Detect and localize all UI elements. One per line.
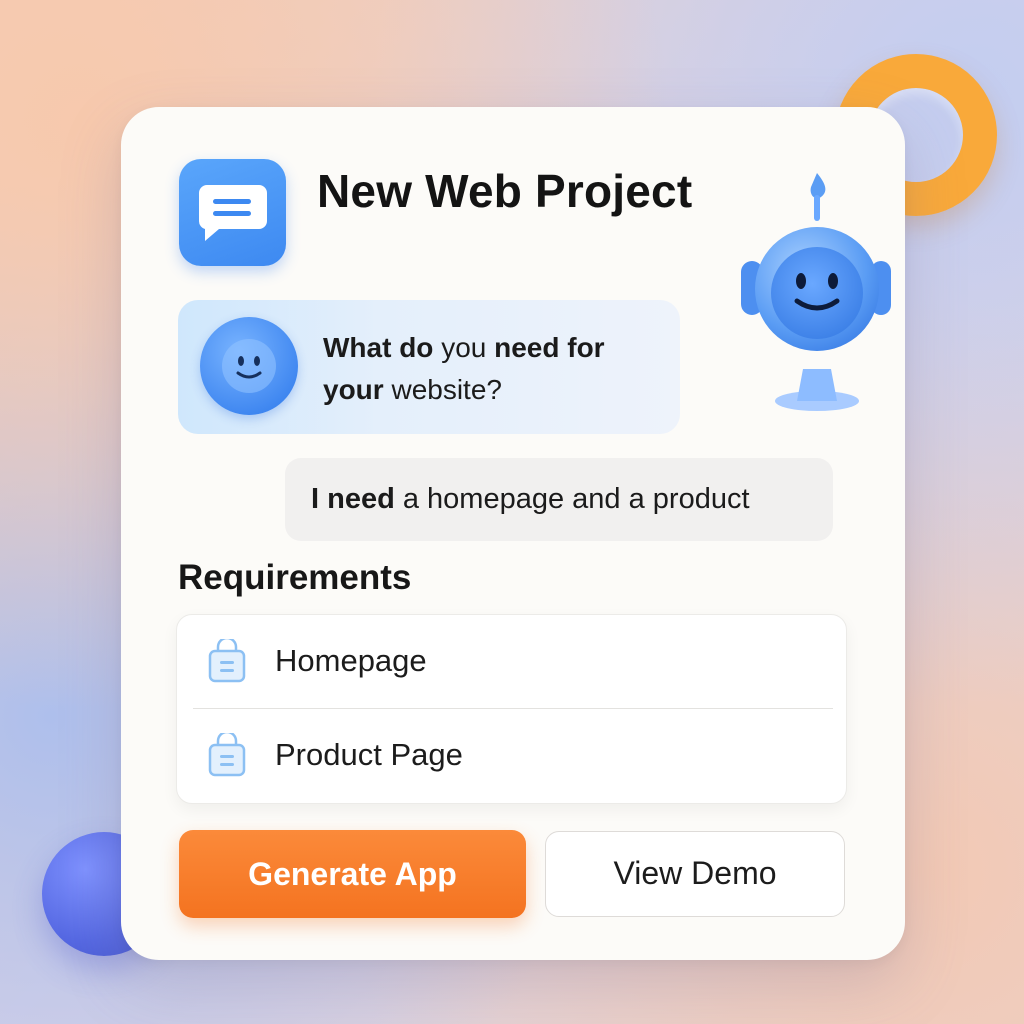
page-icon	[207, 636, 247, 688]
project-card: New Web Project What do you need for you…	[121, 107, 905, 960]
robot-mascot-icon	[741, 169, 891, 419]
requirements-list: Homepage Product Page	[176, 614, 847, 804]
user-message: I need a homepage and a product	[285, 458, 833, 541]
assistant-avatar-icon	[200, 317, 298, 415]
view-demo-button[interactable]: View Demo	[545, 831, 845, 917]
requirement-label: Homepage	[275, 643, 427, 678]
page-title: New Web Project	[317, 165, 693, 217]
chat-bubble-icon	[179, 159, 286, 266]
user-message-text: I need a homepage and a product	[311, 483, 750, 515]
list-item-product-page[interactable]: Product Page	[177, 709, 846, 801]
page-icon	[207, 730, 247, 782]
assistant-message-text: What do you need for your website?	[323, 332, 605, 405]
requirements-heading: Requirements	[178, 558, 412, 597]
assistant-message: What do you need for your website?	[178, 300, 680, 434]
requirement-label: Product Page	[275, 737, 463, 772]
generate-app-button[interactable]: Generate App	[179, 830, 526, 918]
list-item-homepage[interactable]: Homepage	[177, 615, 846, 707]
